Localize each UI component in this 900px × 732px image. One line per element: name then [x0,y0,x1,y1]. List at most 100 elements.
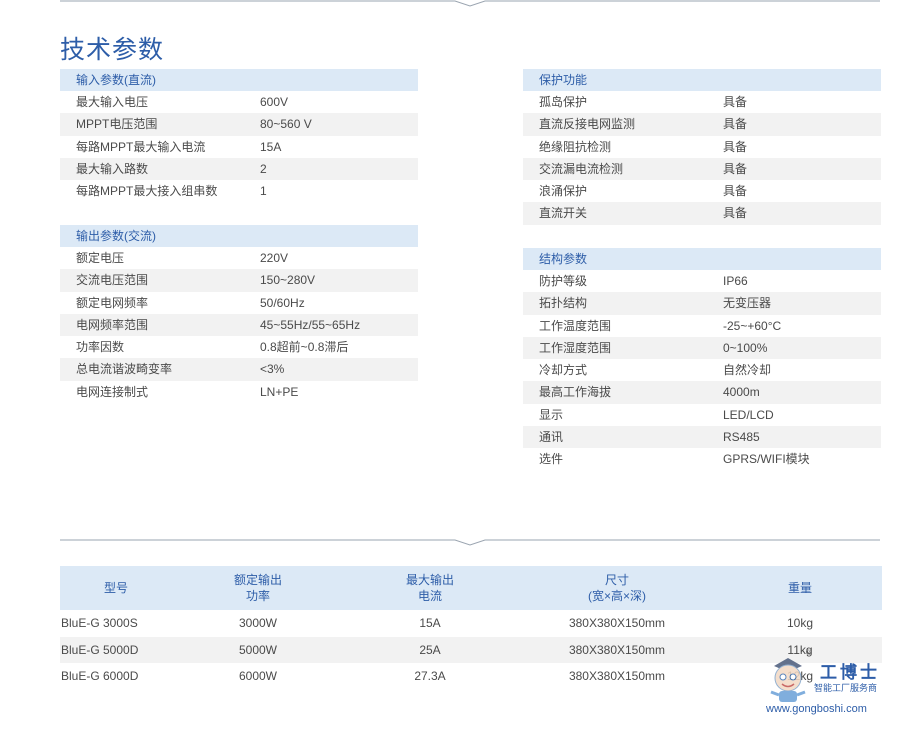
spec-label: 冷却方式 [523,359,723,381]
spec-value: 具备 [723,113,881,135]
spec-value: -25~+60°C [723,315,881,337]
spec-value: 自然冷却 [723,359,881,381]
gongboshi-watermark: ® 工博士 智能工厂服务商 www.gongboshi.com [762,650,900,722]
spec-value: 600V [260,91,418,113]
brand-subtitle: 智能工厂服务商 [814,681,877,694]
model-cell: BluE-G 5000D [60,637,172,664]
header-weight: 重量 [718,566,882,610]
spec-label: 直流开关 [523,202,723,224]
section-header: 结构参数 [523,248,881,270]
model-cell: 6000W [172,663,344,690]
spec-value: 无变压器 [723,292,881,314]
spec-value: 150~280V [260,269,418,291]
section-rows: 额定电压220V交流电压范围150~280V额定电网频率50/60Hz电网频率范… [60,247,418,403]
spec-label: 电网频率范围 [60,314,260,336]
model-cell: 380X380X150mm [516,610,718,637]
spec-row: 孤岛保护具备 [523,91,881,113]
spec-value: RS485 [723,426,881,448]
spec-value: 具备 [723,202,881,224]
models-table: 型号 额定输出功率 最大输出电流 尺寸(宽×高×深) 重量 BluE-G 300… [60,566,882,690]
section-rows: 防护等级IP66拓扑结构无变压器工作温度范围-25~+60°C工作湿度范围0~1… [523,270,881,471]
section-dc-input: 输入参数(直流) 最大输入电压600VMPPT电压范围80~560 V每路MPP… [60,69,418,202]
spec-value: 50/60Hz [260,292,418,314]
spec-label: 交流漏电流检测 [523,158,723,180]
spec-row: 额定电网频率50/60Hz [60,292,418,314]
spec-value: 15A [260,136,418,158]
model-cell: BluE-G 3000S [60,610,172,637]
model-cell: 10kg [718,610,882,637]
model-cell: 15A [344,610,516,637]
spec-label: 工作温度范围 [523,315,723,337]
spec-row: 电网连接制式LN+PE [60,381,418,403]
spec-row: 最大输入路数2 [60,158,418,180]
spec-label: 绝缘阻抗检测 [523,136,723,158]
spec-label: 直流反接电网监测 [523,113,723,135]
section-header: 保护功能 [523,69,881,91]
page-title: 技术参数 [60,30,164,66]
spec-value: <3% [260,358,418,380]
section-header: 输出参数(交流) [60,225,418,247]
model-cell: BluE-G 6000D [60,663,172,690]
spec-label: 每路MPPT最大接入组串数 [60,180,260,202]
spec-label: 总电流谐波畸变率 [60,358,260,380]
spec-value: 具备 [723,136,881,158]
spec-label: 显示 [523,404,723,426]
spec-label: 额定电压 [60,247,260,269]
spec-label: 电网连接制式 [60,381,260,403]
section-structure: 结构参数 防护等级IP66拓扑结构无变压器工作温度范围-25~+60°C工作湿度… [523,248,881,471]
spec-row: 选件GPRS/WIFI模块 [523,448,881,470]
section-rows: 孤岛保护具备直流反接电网监测具备绝缘阻抗检测具备交流漏电流检测具备浪涌保护具备直… [523,91,881,225]
spec-value: 1 [260,180,418,202]
spec-label: 通讯 [523,426,723,448]
spec-row: 最高工作海拔4000m [523,381,881,403]
spec-value: LN+PE [260,381,418,403]
spec-row: 交流漏电流检测具备 [523,158,881,180]
model-cell: 380X380X150mm [516,637,718,664]
model-row: BluE-G 3000S3000W15A380X380X150mm10kg [60,610,882,637]
spec-row: 绝缘阻抗检测具备 [523,136,881,158]
models-header-row: 型号 额定输出功率 最大输出电流 尺寸(宽×高×深) 重量 [60,566,882,610]
spec-label: 额定电网频率 [60,292,260,314]
spec-label: 工作湿度范围 [523,337,723,359]
spec-row: 直流开关具备 [523,202,881,224]
spec-row: 工作湿度范围0~100% [523,337,881,359]
spec-row: 显示LED/LCD [523,404,881,426]
spec-value: 4000m [723,381,881,403]
header-model: 型号 [60,566,172,610]
spec-row: 防护等级IP66 [523,270,881,292]
spec-value: LED/LCD [723,404,881,426]
spec-row: 每路MPPT最大接入组串数1 [60,180,418,202]
spec-value: 45~55Hz/55~65Hz [260,314,418,336]
registered-mark: ® [806,650,811,657]
spec-value: IP66 [723,270,881,292]
spec-row: 总电流谐波畸变率<3% [60,358,418,380]
spec-row: 电网频率范围45~55Hz/55~65Hz [60,314,418,336]
model-cell: 380X380X150mm [516,663,718,690]
model-row: BluE-G 5000D5000W25A380X380X150mm11kg [60,637,882,664]
spec-row: 交流电压范围150~280V [60,269,418,291]
spec-row: 直流反接电网监测具备 [523,113,881,135]
middle-divider [60,536,880,548]
spec-label: 最大输入电压 [60,91,260,113]
section-header: 输入参数(直流) [60,69,418,91]
spec-label: 拓扑结构 [523,292,723,314]
spec-label: 最高工作海拔 [523,381,723,403]
spec-row: 功率因数0.8超前~0.8滞后 [60,336,418,358]
spec-label: 浪涌保护 [523,180,723,202]
model-cell: 25A [344,637,516,664]
spec-label: 交流电压范围 [60,269,260,291]
spec-row: 最大输入电压600V [60,91,418,113]
header-dimensions: 尺寸(宽×高×深) [516,566,718,610]
spec-value: 0~100% [723,337,881,359]
spec-label: 最大输入路数 [60,158,260,180]
spec-row: MPPT电压范围80~560 V [60,113,418,135]
spec-row: 通讯RS485 [523,426,881,448]
top-divider [60,0,880,8]
spec-label: 每路MPPT最大输入电流 [60,136,260,158]
spec-row: 冷却方式自然冷却 [523,359,881,381]
spec-row: 每路MPPT最大输入电流15A [60,136,418,158]
header-max-current: 最大输出电流 [344,566,516,610]
spec-value: 2 [260,158,418,180]
spec-value: 80~560 V [260,113,418,135]
spec-value: 具备 [723,91,881,113]
